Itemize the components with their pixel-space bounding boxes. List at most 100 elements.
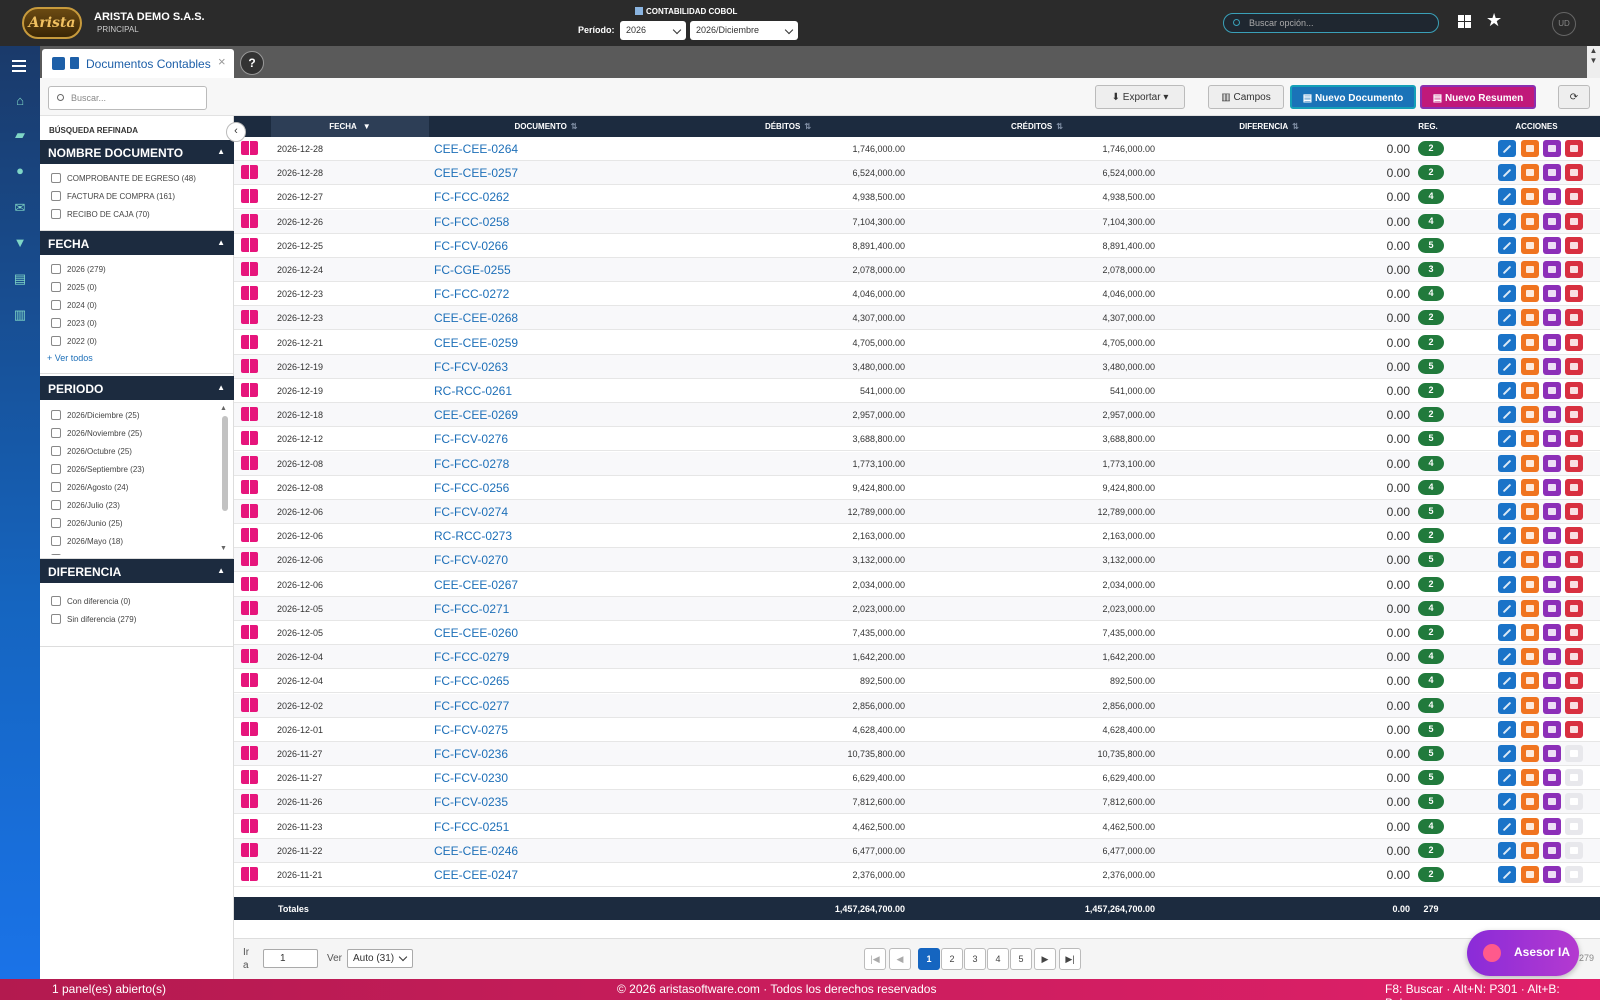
book-icon[interactable]	[241, 455, 259, 470]
delete-icon[interactable]	[1565, 527, 1583, 545]
first-page-button[interactable]: |◀	[864, 948, 886, 970]
collapse-sidebar-button[interactable]: ‹	[226, 122, 246, 142]
filter-header-diferencia[interactable]: DIFERENCIA ▲	[40, 559, 234, 583]
filter-option-periodo[interactable]: 2026/Mayo (18)	[51, 536, 123, 546]
book-icon[interactable]	[241, 600, 259, 615]
truck-icon[interactable]	[1543, 551, 1561, 569]
book-icon[interactable]	[241, 625, 259, 639]
book-icon[interactable]	[241, 842, 259, 857]
copy-icon[interactable]	[1521, 285, 1539, 303]
periodo-scrollbar[interactable]: ▲ ▼	[220, 405, 229, 555]
filter-header-fecha[interactable]: FECHA ▲	[40, 231, 234, 255]
delete-icon[interactable]	[1565, 261, 1583, 278]
filter-option-periodo[interactable]: 2026/Octubre (25)	[51, 446, 132, 456]
delete-icon[interactable]	[1565, 624, 1583, 641]
table-row[interactable]: 2026-12-28 CEE-CEE-0257 6,524,000.00 6,524,…	[234, 161, 1600, 186]
book-icon[interactable]	[241, 673, 259, 688]
copy-icon[interactable]	[1521, 454, 1539, 472]
edit-icon[interactable]	[1498, 745, 1516, 762]
edit-icon[interactable]	[1498, 599, 1516, 617]
table-row[interactable]: 2026-12-25 FC-FCV-0266 8,891,400.00 8,891,4…	[234, 234, 1600, 258]
cell-documento-link[interactable]: FC-FCC-0256	[434, 481, 509, 495]
new-summary-button[interactable]: ▤ Nuevo Resumen	[1420, 85, 1536, 109]
truck-icon[interactable]	[1543, 841, 1561, 859]
cell-documento-link[interactable]: FC-FCC-0258	[434, 215, 509, 229]
checkbox[interactable]	[51, 446, 61, 456]
checkbox[interactable]	[51, 596, 61, 606]
help-button[interactable]: ?	[240, 51, 264, 75]
cell-documento-link[interactable]: FC-FCC-0279	[434, 650, 509, 664]
copy-icon[interactable]	[1521, 624, 1539, 641]
edit-icon[interactable]	[1498, 430, 1516, 448]
edit-icon[interactable]	[1498, 261, 1516, 278]
delete-icon[interactable]	[1565, 430, 1583, 448]
copy-icon[interactable]	[1521, 527, 1539, 545]
edit-icon[interactable]	[1498, 236, 1516, 254]
cell-documento-link[interactable]: FC-FCC-0272	[434, 287, 509, 301]
cell-documento-link[interactable]: FC-CGE-0255	[434, 263, 511, 277]
col-documento-header[interactable]: DOCUMENTO ⇅	[429, 116, 663, 137]
truck-icon[interactable]	[1543, 454, 1561, 472]
truck-icon[interactable]	[1543, 866, 1561, 883]
table-row[interactable]: 2026-12-28 CEE-CEE-0264 1,746,000.00 1,746,…	[234, 137, 1600, 161]
edit-icon[interactable]	[1498, 333, 1516, 351]
copy-icon[interactable]	[1521, 648, 1539, 666]
cell-documento-link[interactable]: FC-FCV-0270	[434, 553, 508, 567]
copy-icon[interactable]	[1521, 866, 1539, 883]
table-row[interactable]: 2026-12-18 CEE-CEE-0269 2,957,000.00 2,957,…	[234, 403, 1600, 428]
checkbox[interactable]	[51, 410, 61, 420]
truck-icon[interactable]	[1543, 236, 1561, 254]
table-row[interactable]: 2026-12-24 FC-CGE-0255 2,078,000.00 2,078,0…	[234, 258, 1600, 282]
filter-option-periodo[interactable]: 2026/Junio (25)	[51, 518, 123, 528]
table-row[interactable]: 2026-12-05 FC-FCC-0271 2,023,000.00 2,023,0…	[234, 596, 1600, 621]
checkbox[interactable]	[51, 264, 61, 274]
home-icon[interactable]: ⌂	[12, 94, 28, 108]
delete-icon[interactable]	[1565, 164, 1583, 182]
book-icon[interactable]	[241, 383, 259, 397]
edit-icon[interactable]	[1498, 841, 1516, 859]
year-select[interactable]: 2026	[620, 21, 686, 40]
table-row[interactable]: 2026-12-23 FC-FCC-0272 4,046,000.00 4,046,0…	[234, 282, 1600, 307]
table-row[interactable]: 2026-12-23 CEE-CEE-0268 4,307,000.00 4,307,…	[234, 306, 1600, 331]
book-icon[interactable]	[241, 697, 259, 712]
filter-option-fecha[interactable]: 2024 (0)	[51, 300, 97, 310]
edit-icon[interactable]	[1498, 478, 1516, 496]
truck-icon[interactable]	[1543, 599, 1561, 617]
go-to-page-input[interactable]: 1	[263, 949, 318, 968]
delete-icon[interactable]	[1565, 478, 1583, 496]
users-icon[interactable]: ●	[12, 164, 28, 178]
edit-icon[interactable]	[1498, 720, 1516, 738]
edit-icon[interactable]	[1498, 793, 1516, 811]
copy-icon[interactable]	[1521, 333, 1539, 351]
filter-option-periodo[interactable]: 2026/Abril (23)	[51, 554, 119, 555]
book-icon[interactable]	[241, 576, 259, 591]
cell-documento-link[interactable]: CEE-CEE-0259	[434, 336, 518, 350]
filter-option-periodo[interactable]: 2026/Agosto (24)	[51, 482, 128, 492]
truck-icon[interactable]	[1543, 164, 1561, 182]
checkbox[interactable]	[51, 500, 61, 510]
edit-icon[interactable]	[1498, 212, 1516, 230]
delete-icon[interactable]	[1565, 720, 1583, 738]
book-icon[interactable]	[241, 189, 259, 204]
col-diferencia-header[interactable]: DIFERENCIA ⇅	[1161, 116, 1377, 137]
table-row[interactable]: 2026-12-21 CEE-CEE-0259 4,705,000.00 4,705,…	[234, 331, 1600, 355]
checkbox[interactable]	[51, 614, 61, 624]
table-row[interactable]: 2026-12-04 FC-FCC-0279 1,642,200.00 1,642,2…	[234, 645, 1600, 670]
copy-icon[interactable]	[1521, 551, 1539, 569]
checkbox[interactable]	[51, 300, 61, 310]
truck-icon[interactable]	[1543, 769, 1561, 787]
cell-documento-link[interactable]: FC-FCV-0276	[434, 432, 508, 446]
book-icon[interactable]	[241, 286, 259, 301]
close-icon[interactable]: ×	[218, 54, 226, 69]
company-logo[interactable]: Arista	[22, 7, 82, 39]
copy-icon[interactable]	[1521, 503, 1539, 520]
filter-option-nombre[interactable]: COMPROBANTE DE EGRESO (48)	[51, 173, 196, 183]
book-icon[interactable]	[241, 165, 259, 180]
truck-icon[interactable]	[1543, 285, 1561, 303]
cell-documento-link[interactable]: CEE-CEE-0269	[434, 408, 518, 422]
cell-documento-link[interactable]: FC-FCV-0263	[434, 360, 508, 374]
cell-documento-link[interactable]: RC-RCC-0273	[434, 529, 512, 543]
truck-icon[interactable]	[1543, 261, 1561, 278]
truck-icon[interactable]	[1543, 478, 1561, 496]
book-icon[interactable]	[241, 867, 259, 881]
